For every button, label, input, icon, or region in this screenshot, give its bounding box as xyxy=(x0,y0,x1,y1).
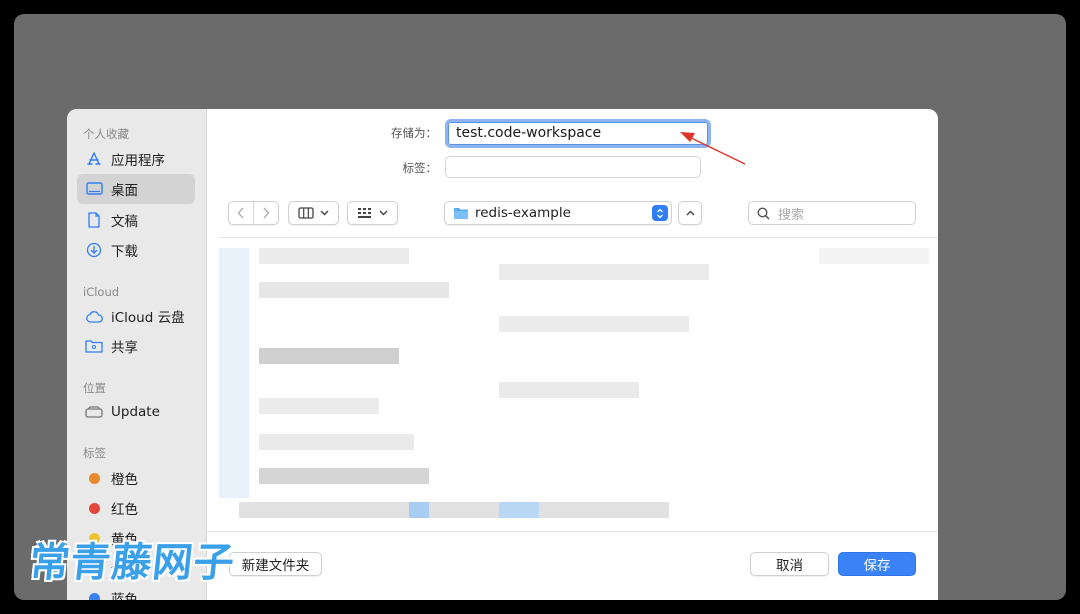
blurred-region xyxy=(499,502,539,518)
group-button[interactable] xyxy=(347,201,398,225)
save-as-input[interactable]: test.code-workspace xyxy=(445,119,711,148)
tag-dot-icon xyxy=(89,502,100,514)
blurred-region xyxy=(259,282,449,298)
folder-icon xyxy=(454,207,468,219)
blurred-region xyxy=(259,348,399,364)
main-pane: 存储为： test.code-workspace 标签： redis-examp… xyxy=(207,109,938,600)
sidebar-item-documents[interactable]: 文稿 xyxy=(77,205,195,235)
blurred-region xyxy=(219,248,249,498)
blurred-region xyxy=(409,502,429,518)
sidebar-item-label: 下载 xyxy=(111,244,138,260)
save-as-label: 存储为： xyxy=(391,126,437,140)
document-icon xyxy=(85,211,103,229)
sidebar-item-icloud-drive[interactable]: iCloud 云盘 xyxy=(77,301,195,331)
collapse-button[interactable] xyxy=(678,201,702,225)
sidebar-item-shared[interactable]: 共享 xyxy=(77,331,195,361)
chevron-left-icon xyxy=(237,207,244,219)
save-button[interactable]: 保存 xyxy=(838,552,916,576)
blurred-region xyxy=(499,316,689,332)
tags-input[interactable] xyxy=(445,156,701,178)
blurred-region xyxy=(239,502,669,518)
chevron-down-icon xyxy=(320,210,329,216)
sidebar-section-tags: 标签 xyxy=(83,446,106,460)
applications-icon xyxy=(85,150,103,168)
sidebar-section-favorites: 个人收藏 xyxy=(83,127,129,141)
sidebar-item-label: 桌面 xyxy=(111,183,138,199)
sidebar-tag-red[interactable]: 红色 xyxy=(77,493,195,523)
sidebar-item-label: 共享 xyxy=(111,340,138,356)
bottom-divider xyxy=(207,531,938,532)
cancel-button[interactable]: 取消 xyxy=(750,552,829,576)
sidebar-item-downloads[interactable]: 下载 xyxy=(77,235,195,265)
blurred-region xyxy=(259,468,429,484)
forward-button[interactable] xyxy=(254,202,278,224)
sidebar-tag-orange[interactable]: 橙色 xyxy=(77,463,195,493)
nav-buttons xyxy=(228,201,279,225)
grid-icon xyxy=(358,208,371,218)
search-icon xyxy=(757,206,770,220)
sidebar-section-icloud: iCloud xyxy=(83,285,120,299)
blurred-region xyxy=(259,434,414,450)
sidebar-item-label: 文稿 xyxy=(111,214,138,230)
columns-view-icon xyxy=(298,207,314,219)
tags-label: 标签： xyxy=(402,161,438,175)
shared-folder-icon xyxy=(85,337,103,355)
sidebar: 个人收藏 应用程序 桌面 文稿 下载 iCloud iCloud 云盘 共享 位… xyxy=(67,109,207,600)
sidebar-item-applications[interactable]: 应用程序 xyxy=(77,144,195,174)
drive-icon xyxy=(85,403,103,421)
save-dialog: 个人收藏 应用程序 桌面 文稿 下载 iCloud iCloud 云盘 共享 位… xyxy=(67,109,938,600)
sidebar-item-update[interactable]: Update xyxy=(77,397,195,427)
sidebar-item-label: 橙色 xyxy=(111,472,138,488)
location-popup[interactable]: redis-example xyxy=(444,201,672,225)
watermark-text: 常青藤网子 xyxy=(27,540,237,586)
chevron-down-icon xyxy=(379,210,388,216)
sidebar-item-label: iCloud 云盘 xyxy=(111,310,185,326)
new-folder-button[interactable]: 新建文件夹 xyxy=(229,552,322,576)
blurred-region xyxy=(259,398,379,414)
tag-dot-icon xyxy=(89,592,100,600)
sidebar-section-locations: 位置 xyxy=(83,381,106,395)
desktop-icon xyxy=(85,180,103,198)
blurred-region xyxy=(499,382,639,398)
back-button[interactable] xyxy=(229,202,254,224)
chevron-up-icon xyxy=(686,210,694,216)
sidebar-item-label: 应用程序 xyxy=(111,153,165,169)
sidebar-item-desktop[interactable]: 桌面 xyxy=(77,174,195,204)
cloud-icon xyxy=(85,307,103,325)
blurred-region xyxy=(259,248,409,264)
tag-dot-icon xyxy=(89,472,100,484)
sidebar-item-label: 蓝色 xyxy=(111,592,138,600)
location-label: redis-example xyxy=(475,205,571,221)
chevron-right-icon xyxy=(263,207,270,219)
blurred-region xyxy=(499,264,709,280)
sidebar-item-label: Update xyxy=(111,404,160,420)
updown-chevron-icon xyxy=(657,208,663,218)
search-field[interactable]: 搜索 xyxy=(748,201,916,225)
download-icon xyxy=(85,241,103,259)
view-mode-button[interactable] xyxy=(288,201,339,225)
sidebar-item-label: 红色 xyxy=(111,502,138,518)
blurred-region xyxy=(819,248,929,264)
search-placeholder: 搜索 xyxy=(778,207,805,223)
location-stepper xyxy=(652,205,668,221)
file-browser[interactable] xyxy=(219,237,938,533)
